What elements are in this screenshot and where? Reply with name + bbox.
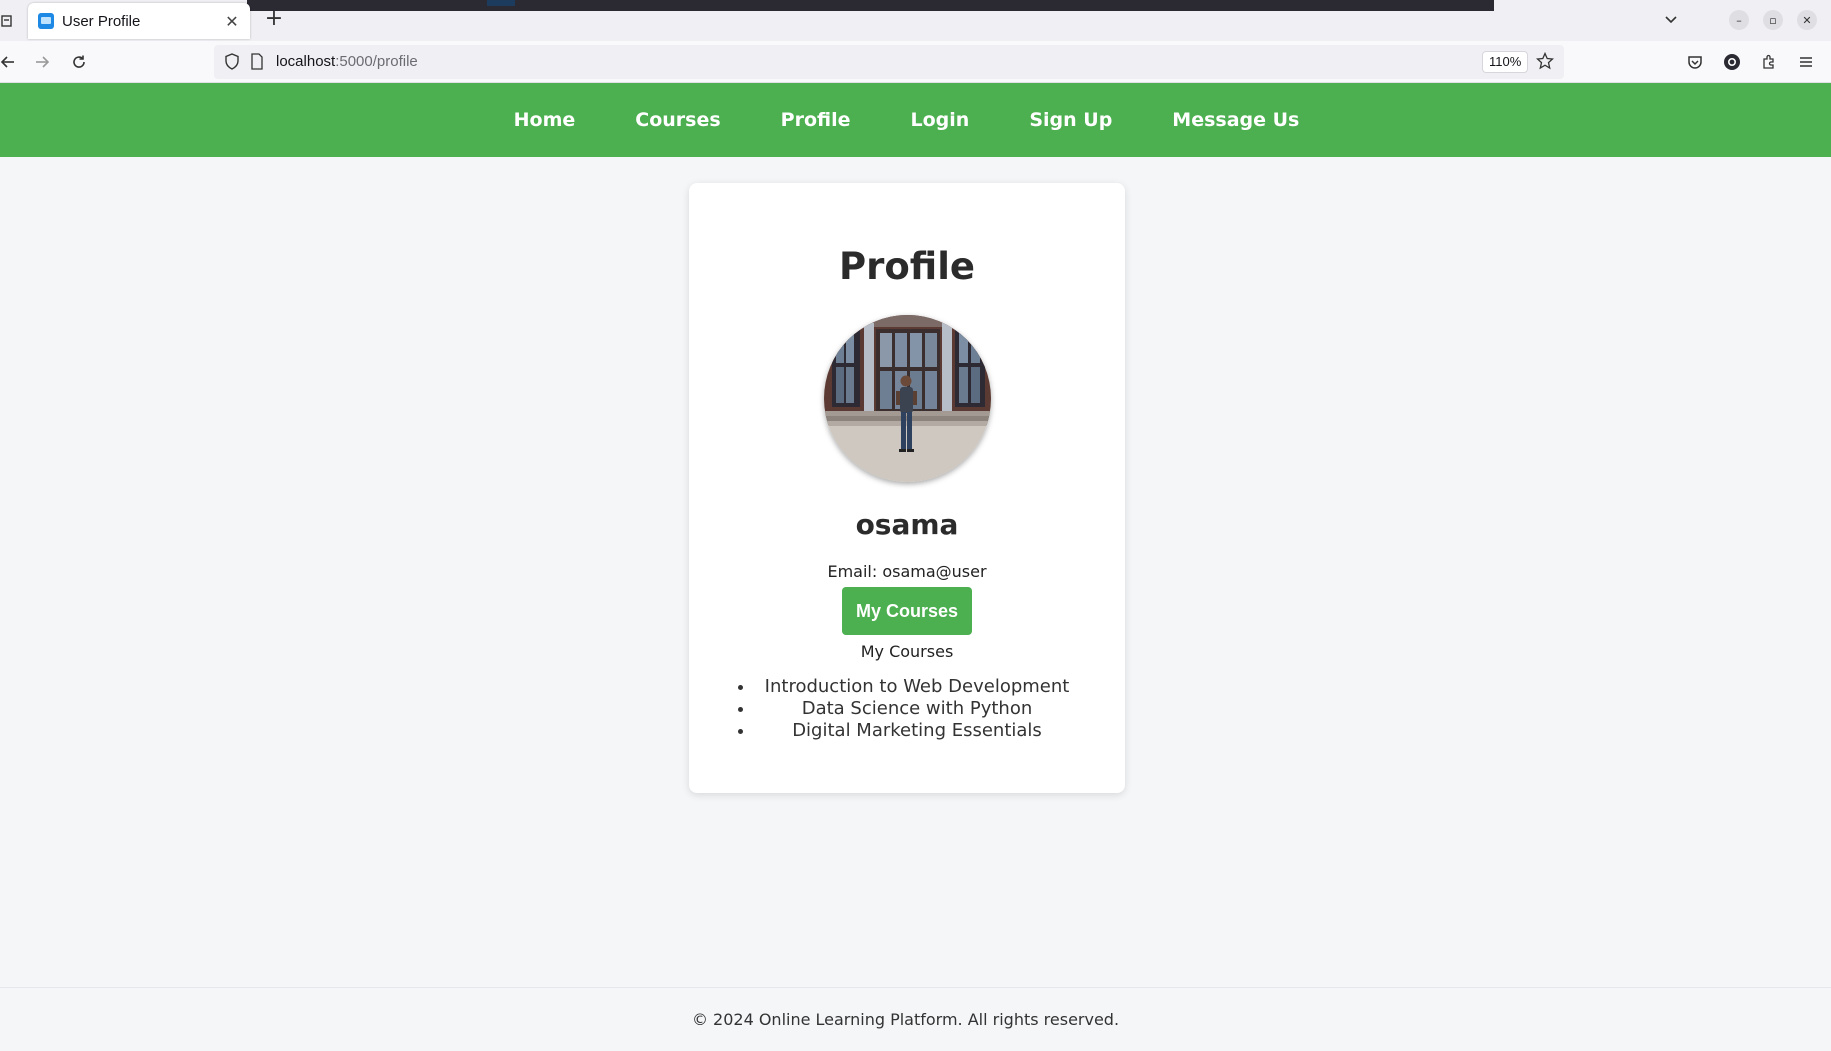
courses-label: My Courses xyxy=(860,642,954,661)
url-text[interactable]: localhost:5000/profile xyxy=(276,53,418,70)
footer: © 2024 Online Learning Platform. All rig… xyxy=(0,987,1831,1051)
address-bar[interactable]: localhost:5000/profile 110% xyxy=(214,45,1564,79)
browser-tab-bar: User Profile ✕ + – ▫ ✕ xyxy=(0,0,1831,41)
nav-profile-link[interactable]: Profile xyxy=(781,109,851,131)
tab-list-icon[interactable] xyxy=(0,12,14,30)
nav-signup-link[interactable]: Sign Up xyxy=(1029,109,1112,131)
back-icon[interactable] xyxy=(0,50,20,74)
nav-message-us-link[interactable]: Message Us xyxy=(1172,109,1299,131)
restore-icon[interactable]: ▫ xyxy=(1763,10,1783,30)
browser-toolbar: localhost:5000/profile 110% xyxy=(0,41,1831,83)
course-item: Data Science with Python xyxy=(755,698,1079,720)
nav-home-link[interactable]: Home xyxy=(514,109,576,131)
nav-login-link[interactable]: Login xyxy=(911,109,970,131)
course-item: Digital Marketing Essentials xyxy=(755,720,1079,742)
nav-courses-link[interactable]: Courses xyxy=(635,109,720,131)
profile-card: Profile osama Email: osama@user My Cours… xyxy=(689,183,1125,793)
email-text: Email: osama@user xyxy=(827,562,987,581)
avatar xyxy=(823,315,991,482)
tab-title: User Profile xyxy=(62,12,141,30)
minimize-icon[interactable]: – xyxy=(1729,10,1749,30)
close-window-icon[interactable]: ✕ xyxy=(1797,10,1817,30)
account-icon[interactable] xyxy=(1720,50,1744,74)
menu-icon[interactable] xyxy=(1794,50,1818,74)
my-courses-button[interactable]: My Courses xyxy=(841,587,973,635)
footer-text: © 2024 Online Learning Platform. All rig… xyxy=(691,1010,1120,1029)
zoom-indicator[interactable]: 110% xyxy=(1482,51,1529,73)
favicon-icon xyxy=(38,13,54,29)
page-title: Profile xyxy=(839,245,975,288)
tab-strip xyxy=(247,0,1494,11)
username: osama xyxy=(855,508,959,541)
shield-icon[interactable] xyxy=(224,53,240,74)
close-tab-icon[interactable]: ✕ xyxy=(224,12,240,31)
nav-list: Home Courses Profile Login Sign Up Messa… xyxy=(0,83,1831,157)
new-tab-icon[interactable]: + xyxy=(264,8,284,30)
pocket-icon[interactable] xyxy=(1683,50,1707,74)
page-icon xyxy=(250,53,264,74)
extensions-icon[interactable] xyxy=(1757,50,1781,74)
browser-tab[interactable]: User Profile ✕ xyxy=(28,3,250,39)
forward-icon[interactable] xyxy=(30,50,54,74)
course-list: Introduction to Web Development Data Sci… xyxy=(689,676,1125,742)
bookmark-star-icon[interactable] xyxy=(1535,51,1555,74)
reload-icon[interactable] xyxy=(67,50,91,74)
course-item: Introduction to Web Development xyxy=(755,676,1079,698)
chevron-down-icon[interactable] xyxy=(1659,8,1683,32)
site-navbar: Home Courses Profile Login Sign Up Messa… xyxy=(0,83,1831,157)
